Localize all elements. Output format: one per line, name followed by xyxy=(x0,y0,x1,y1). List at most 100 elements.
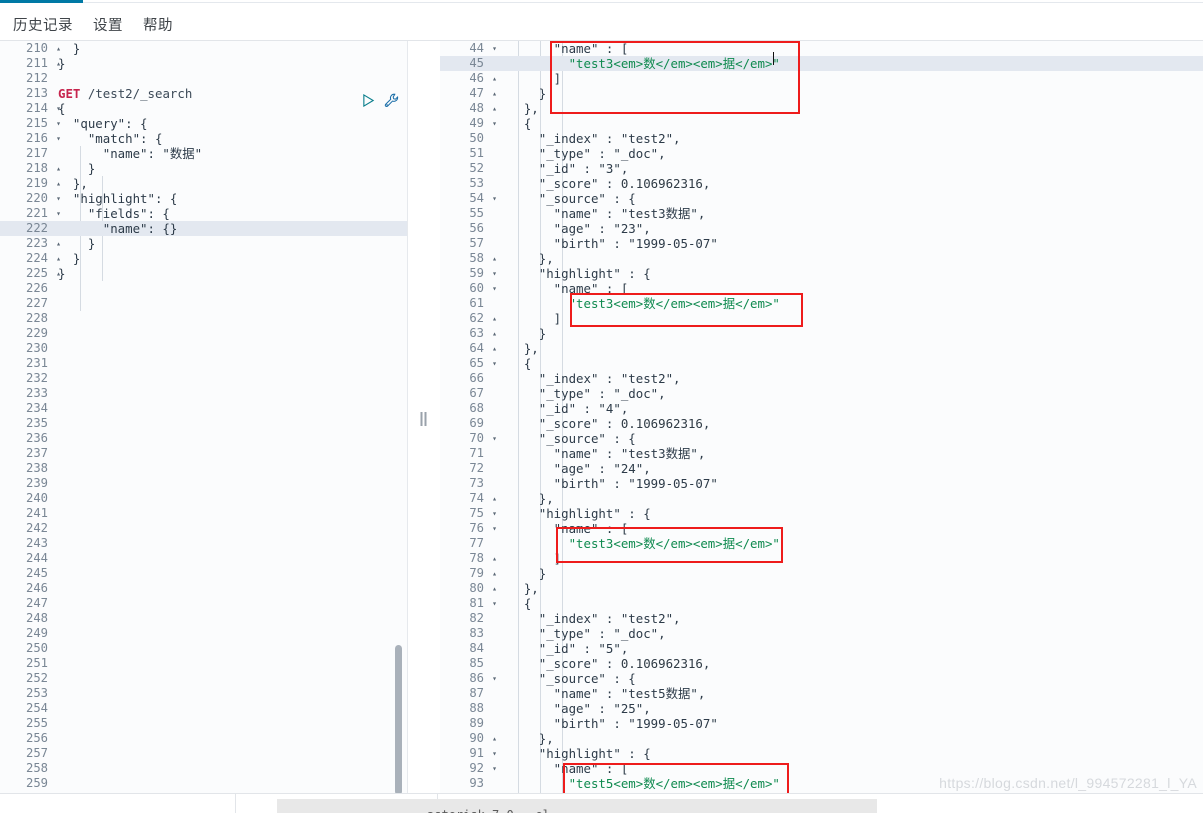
code-line[interactable]: 87 "name" : "test5数据", xyxy=(440,686,1203,701)
code-line[interactable]: 47 } xyxy=(440,86,1203,101)
code-line[interactable]: 55 "name" : "test3数据", xyxy=(440,206,1203,221)
code-line[interactable]: 259 xyxy=(0,776,407,791)
code-line[interactable]: 68 "_id" : "4", xyxy=(440,401,1203,416)
code-line[interactable]: 235 xyxy=(0,416,407,431)
code-line[interactable]: 233 xyxy=(0,386,407,401)
menu-history[interactable]: 历史记录 xyxy=(13,14,73,35)
code-line[interactable]: 236 xyxy=(0,431,407,446)
code-line[interactable]: 256 xyxy=(0,731,407,746)
code-line[interactable]: 76 "name" : [ xyxy=(440,521,1203,536)
code-line[interactable]: 82 "_index" : "test2", xyxy=(440,611,1203,626)
code-line[interactable]: 238 xyxy=(0,461,407,476)
code-line[interactable]: 217 "name": "数据" xyxy=(0,146,407,161)
code-line[interactable]: 229 xyxy=(0,326,407,341)
code-line[interactable]: 53 "_score" : 0.106962316, xyxy=(440,176,1203,191)
code-line[interactable]: 59 "highlight" : { xyxy=(440,266,1203,281)
code-line[interactable]: 226 xyxy=(0,281,407,296)
code-line[interactable]: 54 "_source" : { xyxy=(440,191,1203,206)
code-line[interactable]: 225} xyxy=(0,266,407,281)
code-line[interactable]: 64 }, xyxy=(440,341,1203,356)
code-line[interactable]: 211} xyxy=(0,56,407,71)
code-line[interactable]: 71 "name" : "test3数据", xyxy=(440,446,1203,461)
code-line[interactable]: 60 "name" : [ xyxy=(440,281,1203,296)
splitter-grip-icon[interactable] xyxy=(420,412,428,426)
code-line[interactable]: 75 "highlight" : { xyxy=(440,506,1203,521)
code-line[interactable]: 255 xyxy=(0,716,407,731)
request-editor-pane[interactable]: 210 }211}212213GET /test2/_search214{215… xyxy=(0,41,408,794)
code-line[interactable]: 56 "age" : "23", xyxy=(440,221,1203,236)
code-line[interactable]: 244 xyxy=(0,551,407,566)
code-line[interactable]: 92 "name" : [ xyxy=(440,761,1203,776)
code-line[interactable]: 239 xyxy=(0,476,407,491)
code-line[interactable]: 66 "_index" : "test2", xyxy=(440,371,1203,386)
code-line[interactable]: 85 "_score" : 0.106962316, xyxy=(440,656,1203,671)
code-line[interactable]: 228 xyxy=(0,311,407,326)
code-line[interactable]: 249 xyxy=(0,626,407,641)
menu-settings[interactable]: 设置 xyxy=(93,14,123,35)
code-line[interactable]: 221 "fields": { xyxy=(0,206,407,221)
code-line[interactable]: 247 xyxy=(0,596,407,611)
code-line[interactable]: 224 } xyxy=(0,251,407,266)
request-actions[interactable] xyxy=(362,93,399,108)
pane-splitter[interactable] xyxy=(408,41,440,793)
code-line[interactable]: 246 xyxy=(0,581,407,596)
code-line[interactable]: 251 xyxy=(0,656,407,671)
code-line[interactable]: 227 xyxy=(0,296,407,311)
code-line[interactable]: 77 "test3<em>数</em><em>据</em>" xyxy=(440,536,1203,551)
code-line[interactable]: 89 "birth" : "1999-05-07" xyxy=(440,716,1203,731)
code-line[interactable]: 46 ] xyxy=(440,71,1203,86)
code-line[interactable]: 90 }, xyxy=(440,731,1203,746)
code-line[interactable]: 58 }, xyxy=(440,251,1203,266)
menu-help[interactable]: 帮助 xyxy=(143,14,173,35)
code-line[interactable]: 88 "age" : "25", xyxy=(440,701,1203,716)
code-line[interactable]: 45 "test3<em>数</em><em>据</em>" xyxy=(440,56,1203,71)
code-line[interactable]: 63 } xyxy=(440,326,1203,341)
request-code[interactable]: 210 }211}212213GET /test2/_search214{215… xyxy=(0,41,407,791)
code-line[interactable]: 86 "_source" : { xyxy=(440,671,1203,686)
code-line[interactable]: 252 xyxy=(0,671,407,686)
code-line[interactable]: 231 xyxy=(0,356,407,371)
code-line[interactable]: 245 xyxy=(0,566,407,581)
left-scrollbar[interactable] xyxy=(395,645,402,794)
code-line[interactable]: 80 }, xyxy=(440,581,1203,596)
code-line[interactable]: 253 xyxy=(0,686,407,701)
code-line[interactable]: 240 xyxy=(0,491,407,506)
code-line[interactable]: 257 xyxy=(0,746,407,761)
code-line[interactable]: 62 ] xyxy=(440,311,1203,326)
code-line[interactable]: 215 "query": { xyxy=(0,116,407,131)
code-line[interactable]: 44 "name" : [ xyxy=(440,41,1203,56)
code-line[interactable]: 65 { xyxy=(440,356,1203,371)
code-line[interactable]: 213 GET /test2/_search xyxy=(0,86,407,101)
code-line[interactable]: 50 "_index" : "test2", xyxy=(440,131,1203,146)
code-line[interactable]: 79 } xyxy=(440,566,1203,581)
code-line[interactable]: 83 "_type" : "_doc", xyxy=(440,626,1203,641)
code-line[interactable]: 222 "name": {} xyxy=(0,221,407,236)
code-line[interactable]: 243 xyxy=(0,536,407,551)
code-line[interactable]: 57 "birth" : "1999-05-07" xyxy=(440,236,1203,251)
code-line[interactable]: 223 } xyxy=(0,236,407,251)
code-line[interactable]: 72 "age" : "24", xyxy=(440,461,1203,476)
code-line[interactable]: 69 "_score" : 0.106962316, xyxy=(440,416,1203,431)
code-line[interactable]: 234 xyxy=(0,401,407,416)
code-line[interactable]: 52 "_id" : "3", xyxy=(440,161,1203,176)
code-line[interactable]: 210 } xyxy=(0,41,407,56)
code-line[interactable]: 74 }, xyxy=(440,491,1203,506)
wrench-icon[interactable] xyxy=(384,93,399,108)
code-line[interactable]: 232 xyxy=(0,371,407,386)
code-line[interactable]: 78 ] xyxy=(440,551,1203,566)
code-line[interactable]: 48 }, xyxy=(440,101,1203,116)
code-line[interactable]: 242 xyxy=(0,521,407,536)
code-line[interactable]: 91 "highlight" : { xyxy=(440,746,1203,761)
code-line[interactable]: 237 xyxy=(0,446,407,461)
code-line[interactable]: 61 "test3<em>数</em><em>据</em>" xyxy=(440,296,1203,311)
code-line[interactable]: 212 xyxy=(0,71,407,86)
code-line[interactable]: 84 "_id" : "5", xyxy=(440,641,1203,656)
code-line[interactable]: 81 { xyxy=(440,596,1203,611)
code-line[interactable]: 70 "_source" : { xyxy=(440,431,1203,446)
code-line[interactable]: 214 { xyxy=(0,101,407,116)
play-icon[interactable] xyxy=(362,93,375,108)
code-line[interactable]: 254 xyxy=(0,701,407,716)
code-line[interactable]: 248 xyxy=(0,611,407,626)
autocomplete-popup[interactable]: asterisk 7.0 · el xyxy=(277,799,877,813)
code-line[interactable]: 73 "birth" : "1999-05-07" xyxy=(440,476,1203,491)
